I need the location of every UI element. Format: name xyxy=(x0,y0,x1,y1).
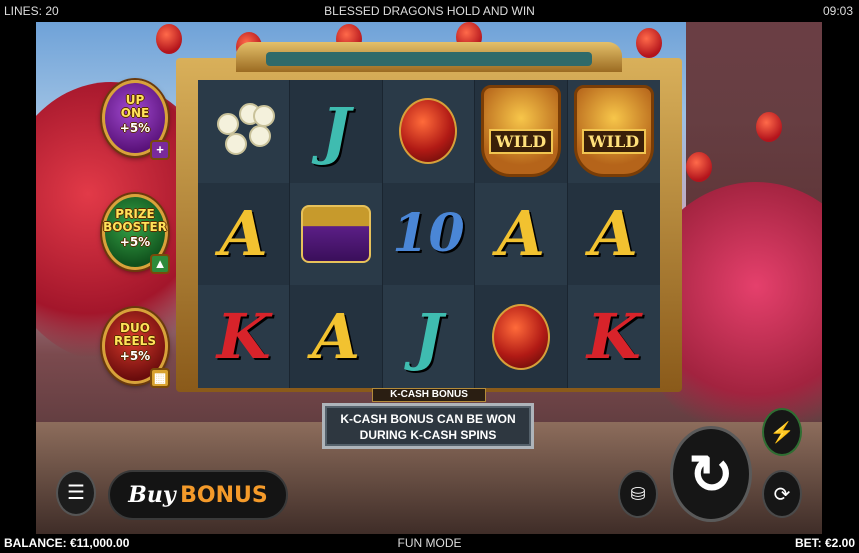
lantern-decoration xyxy=(636,28,662,58)
bonus-label: BONUS xyxy=(180,483,268,508)
buy-label: Buy xyxy=(128,482,176,508)
symbol-k: K xyxy=(586,299,641,373)
spin-arrow-icon: ↻ xyxy=(688,444,734,505)
feature-up-one-button[interactable]: UP ONE +5% + xyxy=(100,76,172,160)
autoplay-button[interactable]: ⟳ xyxy=(762,470,802,518)
wild-dragon-symbol: WILD xyxy=(480,85,561,178)
symbol-a: A xyxy=(312,299,361,373)
play-mode: FUN MODE xyxy=(397,536,462,550)
symbol-k: K xyxy=(216,299,271,373)
spin-button[interactable]: ↻ xyxy=(670,426,752,522)
bottom-status-bar: BALANCE: €11,000.00 FUN MODE BET: €2.00 xyxy=(0,534,859,553)
feature-label: DUO REELS +5% xyxy=(114,321,156,363)
lantern-symbol xyxy=(491,303,550,370)
reel-cell: A xyxy=(475,182,568,286)
reel-cell: WILD xyxy=(567,80,660,183)
kcash-line-1: K-CASH BONUS CAN BE WON xyxy=(340,412,516,426)
reel-cell: J xyxy=(290,80,383,183)
wild-dragon-symbol: WILD xyxy=(573,85,654,178)
feature-duo-reels-button[interactable]: DUO REELS +5% ▦ xyxy=(100,304,172,388)
autoplay-icon: ⟳ xyxy=(773,483,791,506)
reel-frame-crest xyxy=(236,42,622,72)
feature-prize-booster-button[interactable]: PRIZE BOOSTER +5% ▲ xyxy=(100,190,172,274)
reel-cell: A xyxy=(198,182,291,286)
lantern-decoration xyxy=(686,152,712,182)
turbo-button[interactable]: ⚡ xyxy=(762,408,802,456)
reel-cell: K xyxy=(198,285,291,388)
symbol-a: A xyxy=(589,196,638,270)
coin-stack-icon: ⛁ xyxy=(630,483,646,504)
clock: 09:03 xyxy=(822,4,853,18)
hamburger-icon: ☰ xyxy=(67,482,85,504)
reel-cell xyxy=(198,80,291,183)
stake-button[interactable]: ⛁ xyxy=(618,470,658,518)
kcash-title: K-CASH BONUS xyxy=(372,388,486,402)
plus-icon: + xyxy=(150,140,170,160)
lantern-decoration xyxy=(756,112,782,142)
lantern-symbol xyxy=(399,98,458,165)
feature-label: UP ONE +5% xyxy=(119,93,151,135)
kcash-line-2: DURING K-CASH SPINS xyxy=(359,428,497,442)
feature-label: PRIZE BOOSTER +5% xyxy=(103,207,167,249)
reel-cell: WILD xyxy=(475,80,568,183)
symbol-10: 10 xyxy=(392,202,465,264)
symbol-a: A xyxy=(496,196,545,270)
reel-grid[interactable]: J WILD WILD A 10 A A K A J K xyxy=(198,80,660,388)
symbol-a: A xyxy=(219,196,268,270)
reel-cell: J xyxy=(382,285,476,388)
reel-cell xyxy=(382,80,476,183)
reel-cell xyxy=(475,285,568,388)
kcash-info-panel: K-CASH BONUS CAN BE WON DURING K-CASH SP… xyxy=(322,403,534,449)
bet-amount: BET: €2.00 xyxy=(794,536,855,550)
flower-symbol xyxy=(209,99,279,163)
reel-cell: K xyxy=(567,285,660,388)
duo-reels-icon: ▦ xyxy=(150,368,170,388)
wild-label: WILD xyxy=(488,129,554,155)
menu-button[interactable]: ☰ xyxy=(56,470,96,516)
reel-cell xyxy=(290,182,383,286)
lightning-icon: ⚡ xyxy=(769,421,795,444)
booster-icon: ▲ xyxy=(150,254,170,274)
reel-cell: 10 xyxy=(383,182,476,286)
wild-label: WILD xyxy=(581,129,647,155)
reel-cell: A xyxy=(568,183,660,286)
symbol-j: J xyxy=(413,299,444,373)
top-status-bar: LINES: 20 BLESSED DRAGONS HOLD AND WIN 0… xyxy=(0,0,859,22)
symbol-j: J xyxy=(321,94,351,168)
reel-cell: A xyxy=(290,285,383,388)
lantern-decoration xyxy=(156,24,182,54)
game-title: BLESSED DRAGONS HOLD AND WIN xyxy=(324,4,535,18)
buy-bonus-button[interactable]: Buy BONUS xyxy=(108,470,288,520)
treasure-chest-symbol xyxy=(301,204,372,263)
